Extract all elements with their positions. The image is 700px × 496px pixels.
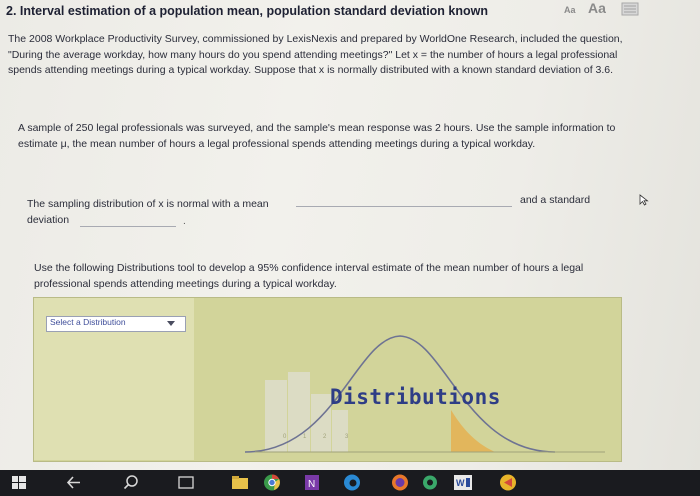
sampling-prompt-text: The sampling distribution of x is normal… [27,198,269,210]
svg-text:W: W [456,478,465,488]
sample-paragraph: A sample of 250 legal professionals was … [18,122,616,150]
onenote-icon[interactable]: N [303,473,321,492]
histogram-bar [265,380,287,452]
distributions-banner: Distributions [330,385,501,409]
chevron-down-icon[interactable] [167,321,175,326]
text-size-large-button[interactable]: Aa [588,0,606,16]
svg-text:N: N [308,479,315,490]
firefox-icon[interactable] [390,473,410,492]
document-icon[interactable] [621,2,639,16]
deviation-label: deviation [27,213,70,226]
distribution-graph: 0 1 2 3 [195,298,620,460]
app-icon[interactable] [498,473,518,492]
intro-paragraph: The 2008 Workplace Productivity Survey, … [8,33,623,76]
windows-icon[interactable] [10,473,28,492]
file-explorer-icon[interactable] [230,473,250,492]
edge-icon[interactable] [342,473,362,492]
mean-dropdown[interactable] [296,206,512,207]
instructions-paragraph: Use the following Distributions tool to … [34,262,584,290]
task-view-icon[interactable] [176,473,196,492]
standard-label: and a standard [520,194,591,206]
windows-taskbar: N W [0,470,700,496]
word-icon[interactable]: W [452,473,474,492]
back-icon[interactable] [64,473,84,492]
text-size-small-button[interactable]: Aa [564,5,576,15]
chrome-icon[interactable] [262,473,282,492]
select-distribution-label: Select a Distribution [50,317,126,327]
deviation-dropdown[interactable] [80,226,176,227]
settings-icon[interactable] [420,473,440,492]
question-title: 2. Interval estimation of a population m… [6,4,488,18]
histogram-bar [332,410,348,452]
search-icon[interactable] [122,473,140,492]
question-page: 2. Interval estimation of a population m… [0,0,700,470]
sampling-distribution-prompt: The sampling distribution of x is normal… [27,197,297,228]
sentence-period: . [183,216,186,227]
mouse-cursor-icon [639,194,649,206]
